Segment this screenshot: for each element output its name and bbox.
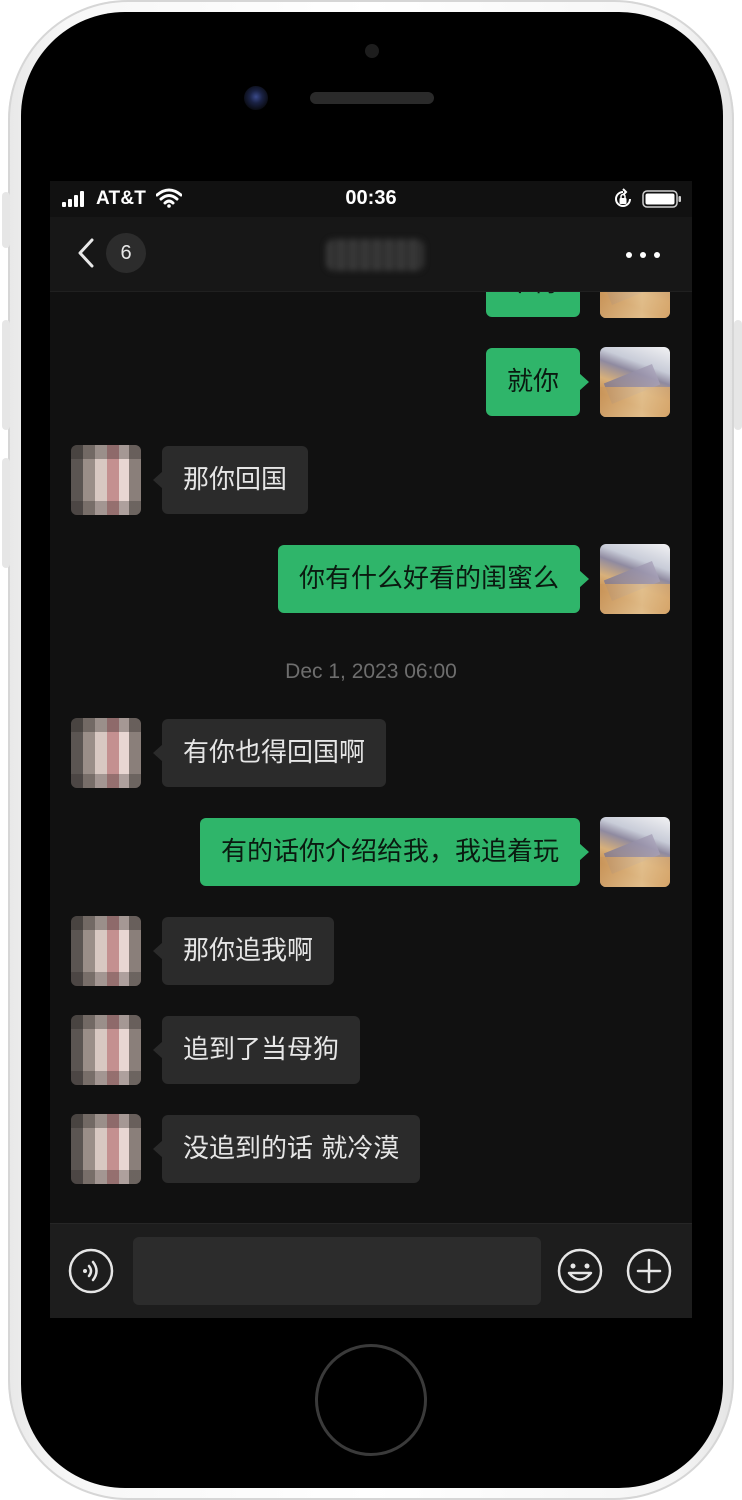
proximity-sensor [365,44,379,58]
message-row-incoming: 追到了当母狗 [50,1015,692,1085]
message-row-outgoing: 干得 [50,292,692,318]
status-clock: 00:36 [345,187,397,209]
silent-switch [2,192,10,248]
plus-icon[interactable] [626,1248,672,1294]
status-bar: AT&T 00:36 [50,181,692,217]
avatar-self[interactable] [600,347,670,417]
message-row-incoming: 那你追我啊 [50,916,692,986]
voice-icon[interactable] [68,1248,114,1294]
chat-input-bar [50,1223,692,1318]
front-camera-icon [244,86,268,110]
message-row-incoming: 那你回国 [50,445,692,515]
chat-screen: AT&T 00:36 6 就你 那你回国 你有什么好看的闺蜜么 Dec 1, 2… [50,181,692,1318]
avatar-contact[interactable] [71,916,141,986]
avatar-contact[interactable] [71,718,141,788]
message-row-incoming: 没追到的话 就冷漠 [50,1114,692,1184]
avatar-self[interactable] [600,544,670,614]
avatar-self[interactable] [600,817,670,887]
earpiece-speaker [310,92,434,104]
avatar-contact[interactable] [71,1114,141,1184]
avatar-self[interactable] [600,292,670,318]
message-row-outgoing: 就你 [50,347,692,417]
message-bubble-incoming[interactable]: 有你也得回国啊 [152,719,387,787]
message-row-outgoing: 你有什么好看的闺蜜么 [50,544,692,614]
chevron-left-icon [78,238,94,268]
rotation-lock-icon [615,188,631,207]
home-button[interactable] [315,1344,427,1456]
emoji-icon[interactable] [557,1248,603,1294]
message-timestamp: Dec 1, 2023 06:00 [285,660,457,683]
chat-title-blurred [326,239,424,271]
message-bubble-incoming[interactable]: 没追到的话 就冷漠 [152,1115,421,1183]
unread-count-badge: 6 [106,233,146,273]
message-row-incoming: 有你也得回国啊 [50,718,692,788]
back-button[interactable]: 6 [76,231,154,275]
chat-header: 6 [50,217,692,292]
power-button [734,320,742,430]
message-bubble-incoming[interactable]: 那你追我啊 [152,917,335,985]
message-row-outgoing: 有的话你介绍给我，我追着玩 [50,817,692,887]
message-bubble-outgoing[interactable]: 干得 [485,292,580,317]
battery-icon [642,190,681,208]
message-bubble-outgoing[interactable]: 就你 [485,348,590,416]
message-input[interactable] [133,1237,541,1305]
avatar-contact[interactable] [71,1015,141,1085]
message-bubble-incoming[interactable]: 那你回国 [152,446,309,514]
more-icon[interactable] [626,245,660,265]
message-bubble-incoming[interactable]: 追到了当母狗 [152,1016,361,1084]
message-bubble-outgoing[interactable]: 你有什么好看的闺蜜么 [277,545,590,613]
message-list[interactable]: 干得 就你 那你回国 你有什么好看的闺蜜么 Dec 1, 2023 06:00 … [50,292,692,1222]
volume-up-button [2,320,10,430]
volume-down-button [2,458,10,568]
message-bubble-outgoing[interactable]: 有的话你介绍给我，我追着玩 [199,818,590,886]
avatar-contact[interactable] [71,445,141,515]
